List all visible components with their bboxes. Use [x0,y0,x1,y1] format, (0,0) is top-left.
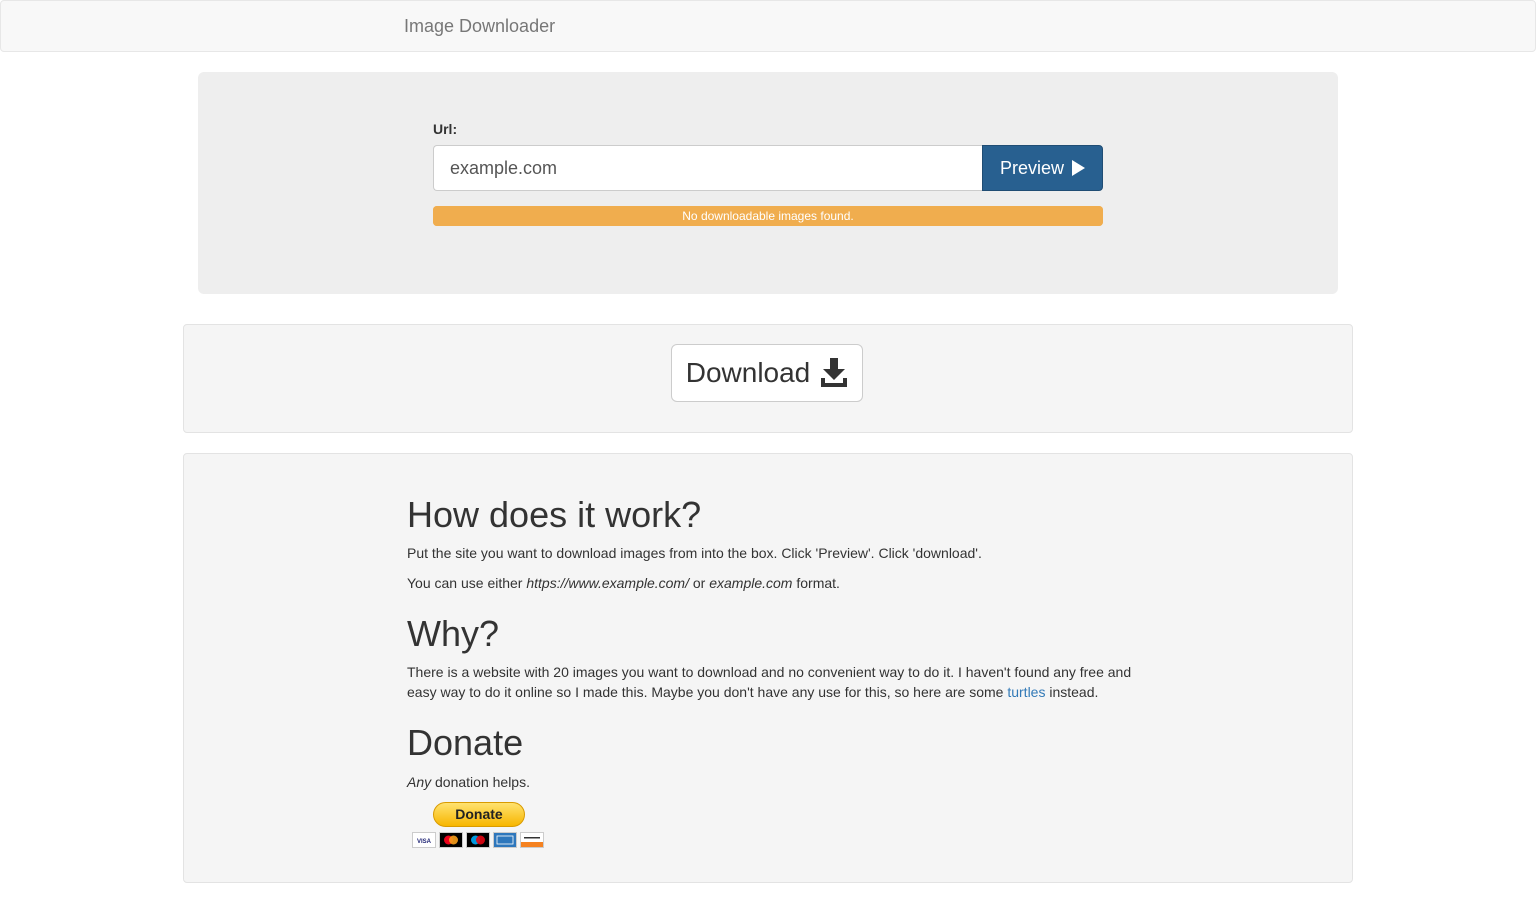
payment-cards: VISA [412,832,544,848]
why-paragraph: There is a website with 20 images you wa… [407,662,1147,702]
why-suffix: instead. [1045,684,1099,700]
download-icon [821,358,848,387]
discover-card-icon [520,832,544,848]
how-paragraph-1: Put the site you want to download images… [407,545,982,561]
status-progress-bar: No downloadable images found. [433,206,1103,226]
donate-heading: Donate [407,722,524,763]
how-paragraph-2: You can use either https://www.example.c… [407,573,1147,593]
how-p2-url1: https://www.example.com/ [526,575,689,591]
visa-card-icon: VISA [412,832,436,848]
mastercard-icon [439,832,463,848]
navbar: Image Downloader [0,0,1536,52]
how-p2-mid: or [688,575,710,591]
svg-text:VISA: VISA [417,839,432,845]
status-text: No downloadable images found. [682,209,854,223]
play-icon [1072,160,1086,176]
url-label: Url: [433,121,458,137]
donate-text: donation helps. [431,774,530,790]
url-form-panel: Url: Preview No downloadable images foun… [198,72,1338,294]
turtles-link[interactable]: turtles [1007,684,1045,700]
how-p2-suffix: format. [792,575,840,591]
donate-em: Any [407,774,432,790]
donate-paragraph: Any donation helps. [407,772,1147,792]
info-panel: How does it work? Put the site you want … [183,453,1353,883]
paypal-donate-button[interactable]: Donate [433,802,525,827]
preview-button[interactable]: Preview [982,145,1103,191]
brand-link[interactable]: Image Downloader [404,16,555,37]
download-button-label: Download [685,357,811,388]
amex-card-icon [493,832,517,848]
url-input[interactable] [433,145,982,191]
download-button[interactable]: Download [671,344,863,402]
how-p2-prefix: You can use either [407,575,527,591]
download-panel: Download [183,324,1353,433]
how-p2-url2: example.com [709,575,793,591]
preview-button-label: Preview [999,157,1065,178]
maestro-card-icon [466,832,490,848]
how-heading: How does it work? [407,494,702,535]
why-heading: Why? [407,613,500,654]
